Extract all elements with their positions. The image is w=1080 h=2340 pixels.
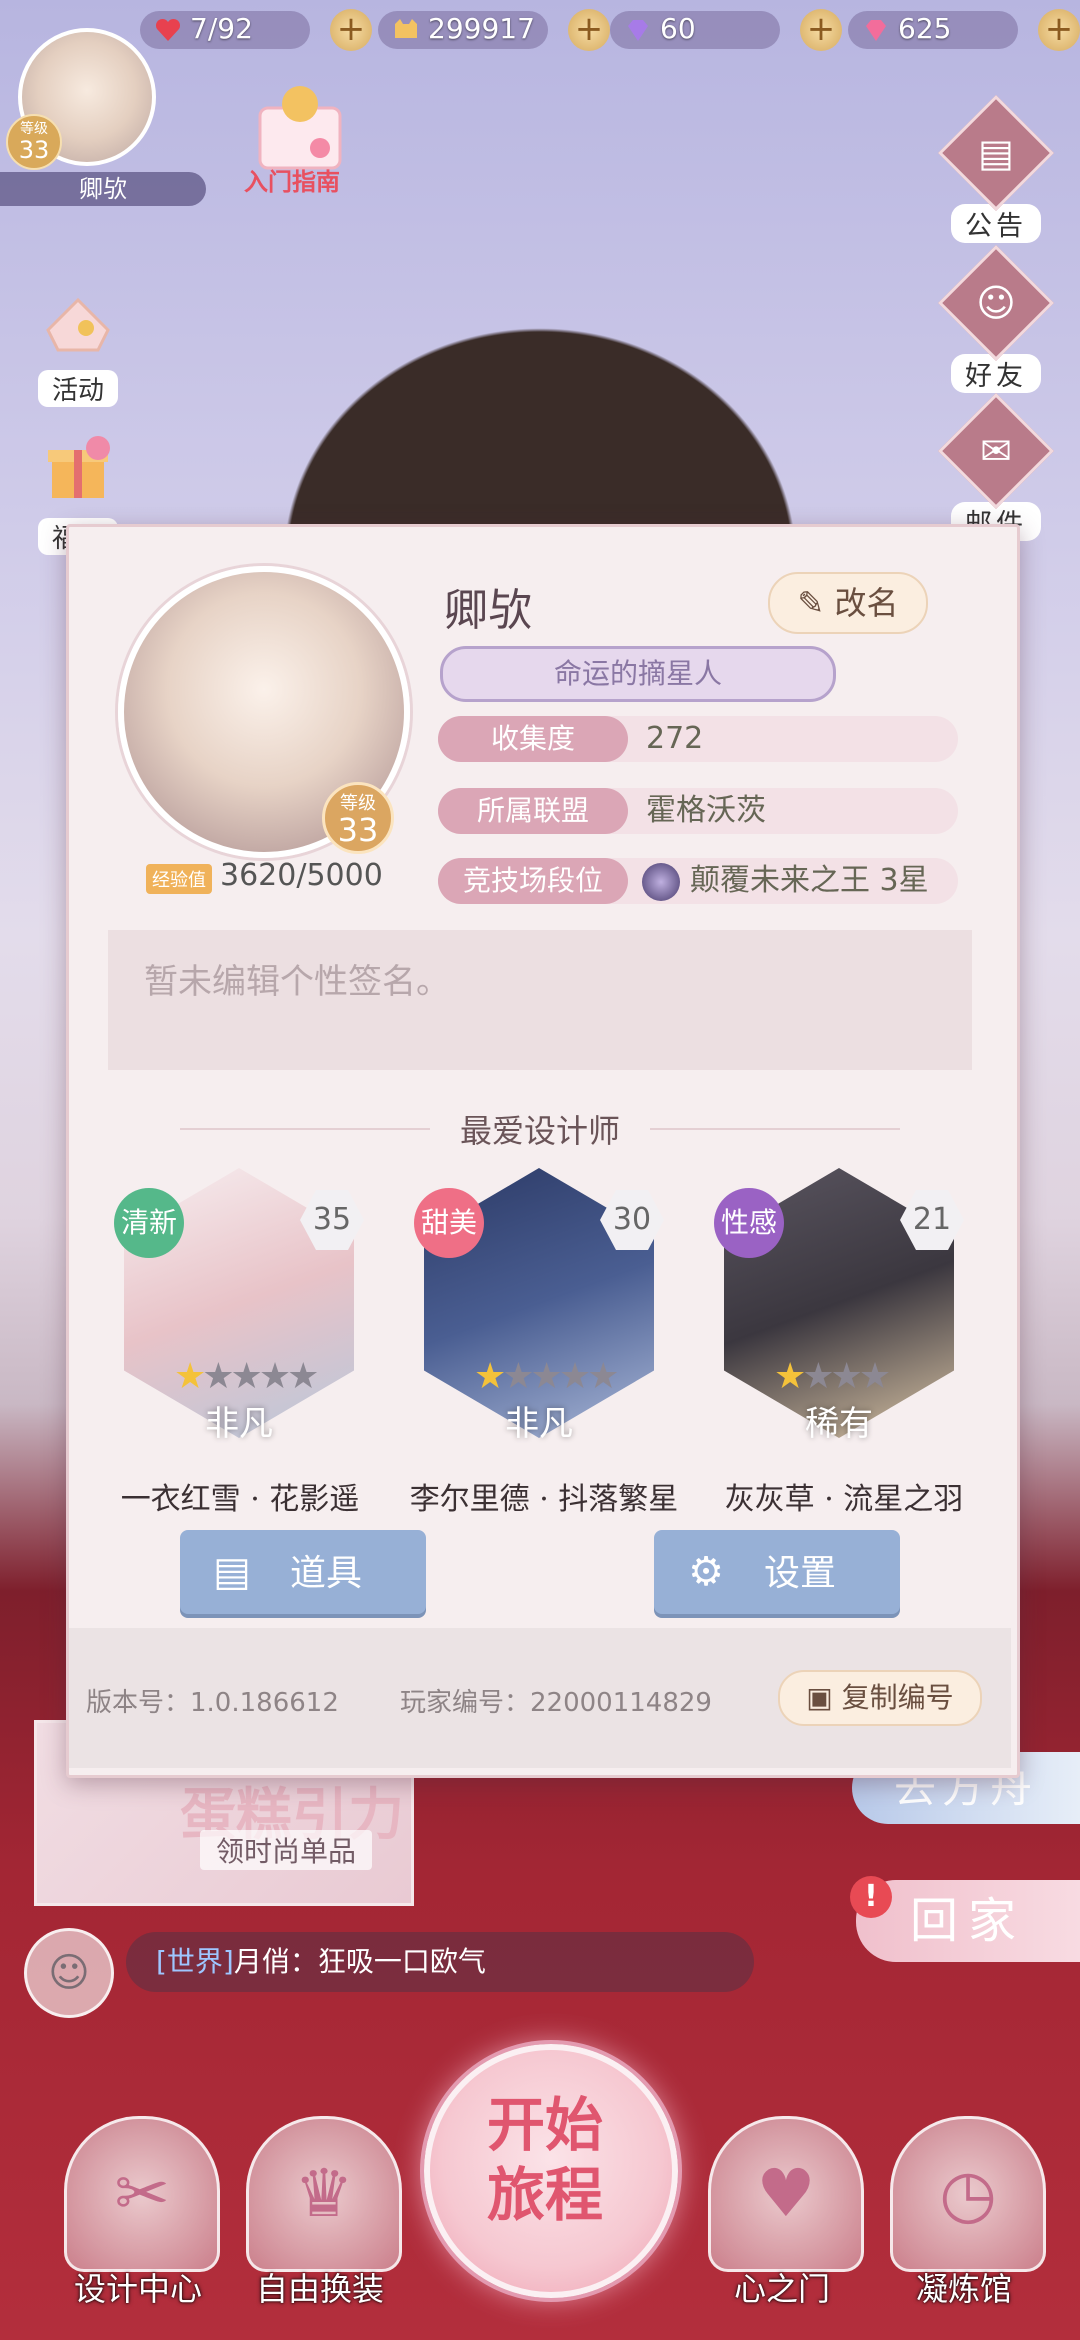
designer-name: 李尔里德 · 抖落繁星 — [409, 1482, 679, 1517]
wardrobe-icon: ♛ — [294, 2155, 354, 2232]
rarity-label: 非凡 — [205, 1404, 273, 1444]
player-name: 卿欤 — [0, 172, 206, 206]
player-title[interactable]: 命运的摘星人 — [440, 646, 836, 702]
profile-level-badge: 等级 33 — [322, 782, 394, 854]
purple-diamond-resource: 60 + — [610, 8, 842, 52]
design-center-button[interactable]: ✂ — [64, 2116, 220, 2272]
promo-subtitle: 领时尚单品 — [200, 1830, 373, 1870]
heart-gate-label: 心之门 — [733, 2270, 830, 2308]
arena-rank-icon — [642, 862, 680, 901]
style-tag: 甜美 — [414, 1188, 484, 1258]
stamina-value: 7/92 — [190, 12, 253, 45]
gear-icon: ⚙ — [688, 1549, 724, 1595]
resource-bar: 7/92 + 299917 + 60 + 625 + — [140, 8, 1080, 52]
edit-icon: ✎ — [797, 584, 825, 622]
heart-crystal-icon: ♥ — [756, 2155, 816, 2232]
copy-icon: ▣ — [806, 1681, 833, 1714]
stamina-resource: 7/92 + — [140, 8, 372, 52]
designer-card[interactable]: 性感 21 ★★★★ 稀有 — [714, 1168, 964, 1444]
designer-name: 灰灰草 · 流星之羽 — [724, 1482, 964, 1517]
purple-diamond-value: 60 — [660, 12, 696, 45]
star-rating: ★★★★ — [774, 1356, 891, 1397]
gift-icon — [48, 436, 110, 498]
star-rating: ★★★★★ — [174, 1356, 319, 1397]
event-icon — [46, 297, 110, 352]
copy-id-button[interactable]: ▣ 复制编号 — [778, 1670, 982, 1726]
items-icon: ▤ — [213, 1549, 251, 1595]
items-button[interactable]: ▤ 道具 — [180, 1530, 426, 1614]
version-text: 版本号：1.0.186612 — [86, 1688, 339, 1718]
player-id-text: 玩家编号：22000114829 — [400, 1688, 712, 1718]
chat-message: 月俏：狂吸一口欧气 — [233, 1945, 486, 1978]
arena-rank-row[interactable]: 竞技场段位 颠覆未来之王 3星 — [438, 858, 958, 904]
event-button[interactable]: 活动 — [28, 280, 128, 407]
collection-row: 收集度 272 — [438, 716, 958, 762]
add-stamina-button[interactable]: + — [330, 9, 372, 51]
style-tag: 清新 — [114, 1188, 184, 1258]
friends-button[interactable]: ☺ 好友 — [938, 245, 1054, 393]
rarity-label: 稀有 — [805, 1404, 873, 1444]
pink-diamond-icon — [866, 20, 886, 41]
exp-value: 3620/5000 — [220, 858, 383, 893]
add-pink-diamond-button[interactable]: + — [1038, 9, 1080, 51]
design-center-label: 设计中心 — [73, 2270, 202, 2308]
heart-gate-button[interactable]: ♥ — [708, 2116, 864, 2272]
favorite-designers-title: 最爱设计师 — [459, 1112, 620, 1150]
settings-button[interactable]: ⚙ 设置 — [654, 1530, 900, 1614]
add-purple-diamond-button[interactable]: + — [800, 9, 842, 51]
announcement-button[interactable]: ▤ 公告 — [938, 95, 1054, 243]
friend-icon: ☺ — [976, 281, 1016, 325]
rarity-label: 非凡 — [505, 1404, 573, 1444]
cat-coin-icon — [395, 19, 417, 38]
exp-label: 经验值 — [146, 864, 212, 894]
mail-icon: ✉ — [980, 429, 1012, 473]
start-journey-label[interactable]: 开始 旅程 — [424, 2090, 666, 2230]
coin-value: 299917 — [428, 12, 535, 45]
alliance-row[interactable]: 所属联盟 霍格沃茨 — [438, 788, 958, 834]
add-coin-button[interactable]: + — [568, 9, 610, 51]
purple-diamond-icon — [628, 20, 648, 41]
sewing-machine-icon: ✂ — [114, 2155, 170, 2232]
signature-field[interactable]: 暂未编辑个性签名。 — [108, 930, 972, 1070]
designer-card[interactable]: 甜美 30 ★★★★★ 非凡 — [414, 1168, 664, 1444]
refine-hall-label: 凝炼馆 — [915, 2270, 1012, 2308]
designer-name: 一衣红雪 · 花影遥 — [120, 1482, 360, 1517]
profile-name: 卿欤 — [444, 585, 532, 636]
style-tag: 性感 — [714, 1188, 784, 1258]
refine-hall-button[interactable]: ◷ — [890, 2116, 1046, 2272]
coin-resource: 299917 + — [378, 8, 610, 52]
star-rating: ★★★★★ — [474, 1356, 619, 1397]
rename-button[interactable]: ✎ 改名 — [768, 572, 928, 634]
clock-icon: ◷ — [939, 2155, 997, 2232]
alert-badge: ! — [850, 1876, 892, 1918]
guide-label[interactable]: 入门指南 — [244, 162, 340, 197]
free-dress-button[interactable]: ♛ — [246, 2116, 402, 2272]
chat-icon[interactable]: ☺ — [24, 1928, 114, 2018]
mail-button[interactable]: ✉ 邮件 — [938, 393, 1054, 541]
designer-card[interactable]: 清新 35 ★★★★★ 非凡 — [114, 1168, 364, 1444]
free-dress-label: 自由换装 — [255, 2270, 384, 2308]
announcement-icon: ▤ — [978, 131, 1014, 175]
pink-diamond-resource: 625 + — [848, 8, 1080, 52]
player-level-badge: 等级 33 — [6, 114, 62, 170]
chat-channel: [世界] — [156, 1945, 234, 1978]
chat-bar[interactable]: [世界]月俏：狂吸一口欧气 — [126, 1932, 754, 1992]
pink-diamond-value: 625 — [898, 12, 952, 45]
heart-icon — [155, 18, 181, 41]
